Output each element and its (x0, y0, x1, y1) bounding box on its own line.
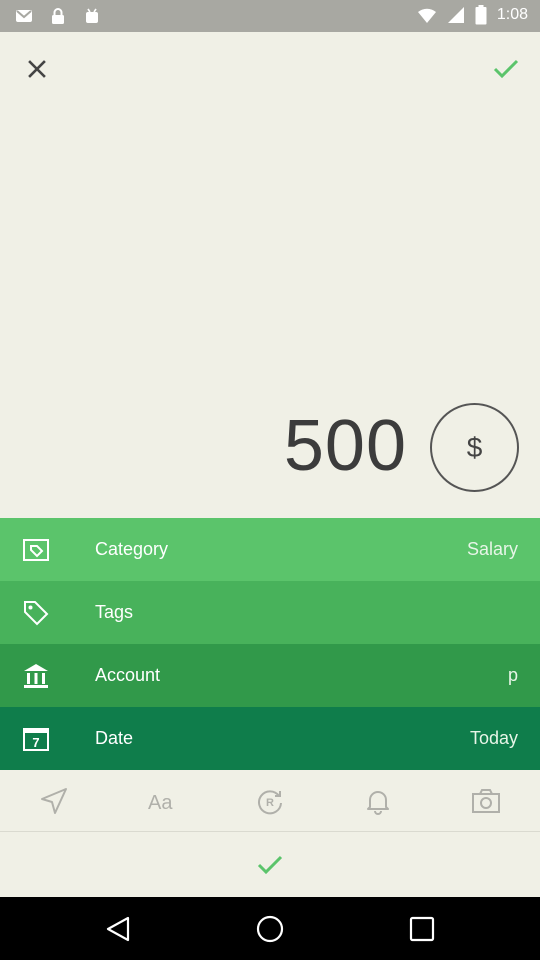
category-value: Salary (466, 539, 518, 559)
date-label: Date (95, 728, 134, 748)
back-icon (106, 916, 130, 942)
account-row[interactable]: Account p (0, 644, 540, 707)
check-icon (257, 855, 283, 875)
close-icon (28, 60, 46, 78)
tag-icon (24, 601, 49, 626)
wifi-icon (417, 8, 436, 23)
reminder-button[interactable] (362, 785, 394, 817)
text-format-button[interactable]: Aa (146, 785, 178, 817)
android-icon (86, 8, 98, 23)
calendar-icon: 7 (23, 728, 49, 751)
date-row[interactable]: 7 Date Today (0, 707, 540, 770)
recents-icon (409, 916, 435, 942)
svg-text:Aa: Aa (148, 792, 173, 814)
options-toolbar: Aa R (0, 770, 540, 832)
gmail-icon (16, 10, 32, 22)
category-label: Category (95, 539, 169, 559)
lock-icon (52, 8, 64, 24)
bank-icon (24, 664, 48, 688)
svg-text:R: R (266, 797, 274, 809)
recents-button[interactable] (406, 913, 438, 945)
home-icon (256, 915, 284, 943)
text-format-icon: Aa (148, 792, 173, 814)
check-icon (493, 59, 519, 79)
account-label: Account (95, 665, 161, 685)
status-right: 1:08 (417, 5, 528, 25)
battery-icon (475, 5, 487, 25)
confirm-button[interactable] (486, 50, 526, 88)
close-button[interactable] (20, 52, 54, 86)
recurring-button[interactable]: R (254, 785, 286, 817)
amount-panel: 500 $ (0, 32, 540, 518)
category-icon (23, 539, 49, 561)
tags-row[interactable]: Tags (0, 581, 540, 644)
status-bar: 1:08 (0, 0, 540, 32)
calendar-day: 7 (32, 735, 39, 750)
details-list: Category Salary Tags Account p 7 Date To… (0, 518, 540, 770)
notification-icons (14, 6, 102, 26)
location-button[interactable] (38, 785, 70, 817)
camera-button[interactable] (470, 785, 502, 817)
save-button[interactable] (0, 833, 540, 897)
status-time: 1:08 (496, 6, 528, 23)
account-value: p (507, 665, 518, 685)
signal-icon (447, 7, 464, 23)
date-value: Today (469, 728, 518, 748)
back-button[interactable] (102, 913, 134, 945)
navigation-bar (0, 897, 540, 960)
currency-button[interactable]: $ (430, 403, 519, 492)
reminder-icon (367, 791, 389, 815)
camera-icon (472, 789, 500, 813)
currency-symbol: $ (466, 431, 483, 463)
amount-value[interactable]: 500 (284, 404, 407, 488)
recurring-icon: R (258, 790, 282, 815)
location-icon (41, 788, 67, 814)
tags-label: Tags (95, 602, 134, 622)
category-row[interactable]: Category Salary (0, 518, 540, 581)
home-button[interactable] (254, 913, 286, 945)
